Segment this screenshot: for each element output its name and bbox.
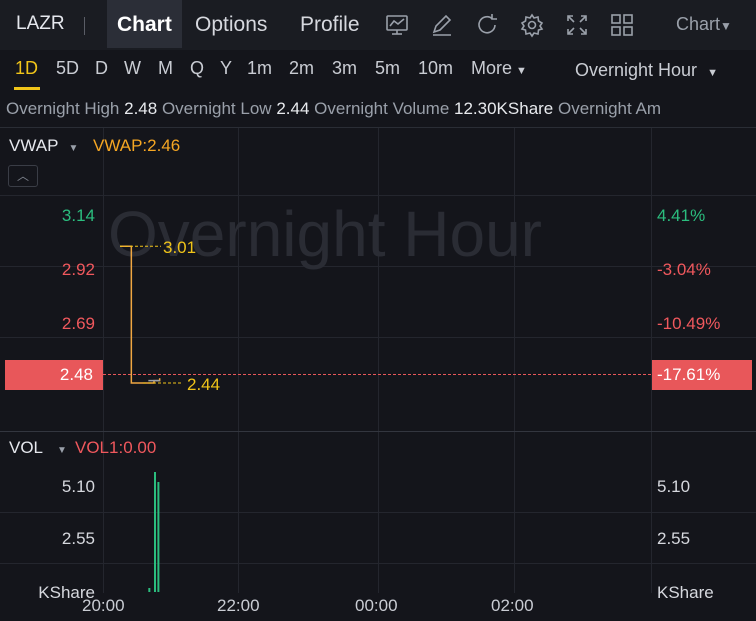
low-marker-label: 2.44	[187, 375, 221, 394]
chart-type-label: Chart	[676, 14, 721, 34]
period-1m[interactable]: 1m	[247, 58, 272, 79]
stat-volume-value: 12.30KShare	[454, 99, 554, 118]
time-tick: 20:00	[82, 596, 125, 615]
price-tick: 2.69	[61, 314, 95, 333]
volume-tick: 2.55	[61, 529, 95, 548]
time-tick: 22:00	[217, 596, 260, 615]
period-q[interactable]: Q	[190, 58, 204, 79]
high-marker-label: 3.01	[163, 238, 197, 257]
chart-type-menu[interactable]: Chart▼	[676, 14, 732, 35]
chevron-down-icon: ▼	[57, 445, 67, 456]
session-selector[interactable]: Overnight Hour ▼	[575, 60, 718, 81]
active-period-indicator	[14, 87, 40, 90]
pct-tick: -3.04%	[657, 260, 711, 279]
price-tick: 2.92	[61, 260, 95, 279]
period-5d[interactable]: 5D	[56, 58, 79, 79]
volume-tick: 5.10	[657, 477, 691, 496]
volume-chart	[148, 472, 160, 592]
volume-indicator-name: VOL	[9, 438, 44, 457]
volume-bar	[154, 472, 156, 592]
tab-profile[interactable]: Profile	[290, 0, 370, 48]
period-more-label: More	[471, 58, 513, 78]
period-m[interactable]: M	[158, 58, 173, 79]
volume-bar	[157, 482, 160, 592]
refresh-icon[interactable]	[474, 12, 500, 38]
chevron-down-icon: ▼	[707, 67, 718, 79]
volume-unit: KShare	[657, 583, 714, 602]
period-more[interactable]: More ▼	[471, 58, 527, 79]
tab-options[interactable]: Options	[185, 0, 277, 48]
volume-tick: 5.10	[61, 477, 95, 496]
period-y[interactable]: Y	[220, 58, 232, 79]
chevron-down-icon: ▼	[720, 19, 732, 33]
price-chart	[120, 245, 183, 384]
pct-tick: 4.41%	[657, 206, 706, 225]
period-d[interactable]: D	[95, 58, 108, 79]
fullscreen-icon[interactable]	[564, 12, 590, 38]
stat-low-value: 2.44	[276, 99, 310, 118]
chevron-down-icon: ▼	[68, 143, 79, 154]
price-indicator-selector[interactable]: VWAP ▼	[9, 136, 78, 156]
time-tick: 00:00	[355, 596, 398, 615]
vwap-series-line	[120, 245, 161, 384]
session-label: Overnight Hour	[575, 60, 698, 80]
time-tick: 02:00	[491, 596, 534, 615]
draw-icon[interactable]	[429, 12, 455, 38]
period-5m[interactable]: 5m	[375, 58, 400, 79]
volume-indicator-selector[interactable]: VOL ▼	[9, 438, 67, 458]
settings-icon[interactable]	[519, 12, 545, 38]
volume-bar	[148, 588, 151, 592]
price-tick: 3.14	[61, 206, 95, 225]
collapse-panel-button[interactable]: ︿	[8, 165, 38, 187]
pct-tick: -10.49%	[657, 314, 721, 333]
tab-chart[interactable]: Chart	[107, 0, 182, 48]
layout-icon[interactable]	[609, 12, 635, 38]
stat-high-value: 2.48	[124, 99, 158, 118]
period-w[interactable]: W	[124, 58, 141, 79]
toolbar-separator	[84, 17, 85, 35]
indicator-icon[interactable]	[384, 12, 410, 38]
price-indicator-name: VWAP	[9, 136, 59, 155]
stat-volume-label: Overnight Volume	[314, 99, 450, 118]
stat-low-label: Overnight Low	[161, 99, 272, 118]
period-3m[interactable]: 3m	[332, 58, 357, 79]
stat-amount-label: Overnight Am	[558, 99, 661, 118]
overnight-stats: Overnight High 2.48 Overnight Low 2.44 O…	[6, 99, 756, 119]
current-pct-badge: -17.61%	[652, 360, 752, 390]
period-10m[interactable]: 10m	[418, 58, 453, 79]
period-2m[interactable]: 2m	[289, 58, 314, 79]
stat-high-label: Overnight High	[6, 99, 120, 118]
volume-tick: 2.55	[657, 529, 691, 548]
period-1d[interactable]: 1D	[15, 58, 38, 79]
chevron-down-icon: ▼	[516, 65, 527, 77]
chevron-up-icon: ︿	[16, 169, 29, 183]
ticker-symbol: LAZR	[16, 13, 65, 34]
current-price-badge: 2.48	[5, 360, 103, 390]
